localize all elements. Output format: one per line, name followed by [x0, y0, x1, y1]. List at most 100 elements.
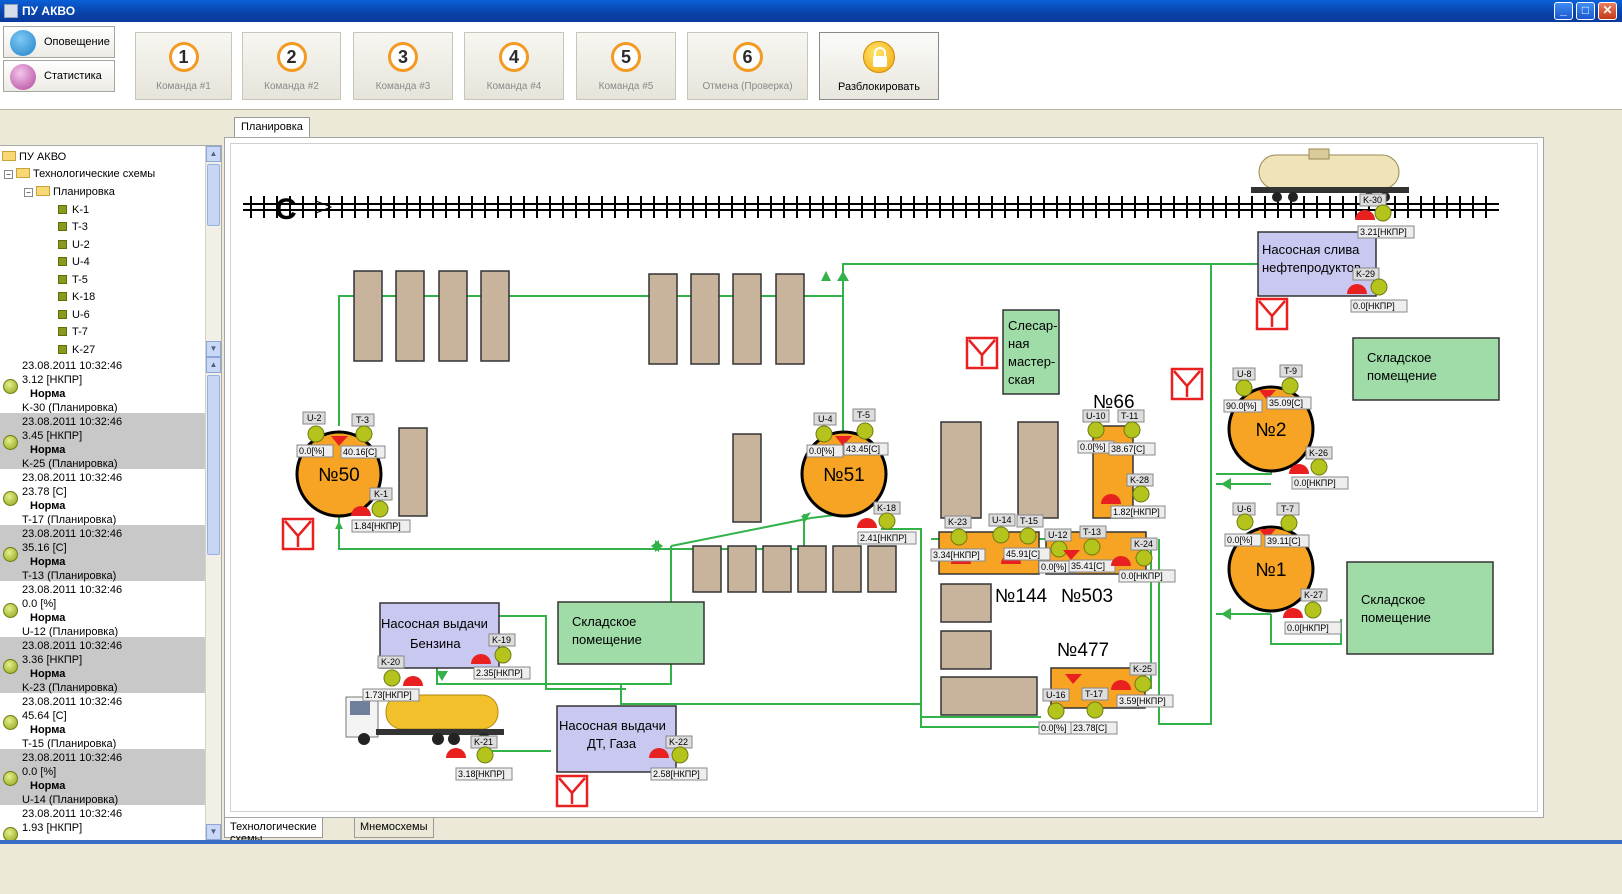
event-row[interactable]: 23.08.2011 10:32:46 3.36 [НКПР] Норма K-… [0, 637, 205, 694]
storage-mid-right-line1: Складское [1361, 592, 1425, 607]
command-2-label: Команда #2 [264, 81, 319, 92]
sensor-tag: K-23 [948, 517, 967, 527]
event-value: 3.45 [НКПР] [22, 430, 83, 442]
alarm-y-icon[interactable] [555, 774, 589, 808]
tree-root[interactable]: ПУ АКВО [2, 151, 66, 167]
status-ok-icon [3, 435, 18, 450]
tree-item[interactable]: K-18 [58, 291, 95, 307]
storage-top-right-line2: помещение [1367, 368, 1437, 383]
event-row[interactable]: 23.08.2011 10:32:46 3.12 [НКПР] Норма K-… [0, 357, 205, 414]
scroll-up-icon[interactable]: ▲ [206, 357, 221, 373]
sensor-tag: T-3 [356, 415, 369, 425]
sensor-tag: K-1 [374, 489, 388, 499]
event-row[interactable]: 23.08.2011 10:32:46 0.0 [%] Норма U-12 (… [0, 581, 205, 638]
collapse-icon[interactable]: − [4, 170, 13, 179]
tree-item[interactable]: U-6 [58, 309, 90, 325]
statistics-tab-label: Статистика [44, 70, 102, 82]
alarm-y-icon[interactable] [1255, 297, 1289, 331]
event-status: Норма [30, 500, 66, 512]
command-3-button[interactable]: 3 Команда #3 [353, 32, 453, 100]
notification-tab[interactable]: Оповещение [3, 26, 115, 58]
status-ok-icon [3, 379, 18, 394]
command-1-button[interactable]: 1 Команда #1 [135, 32, 232, 100]
sensor-reading: 35.09[C] [1269, 398, 1303, 408]
event-row[interactable]: 23.08.2011 10:32:46 1.93 [НКПР] [0, 805, 205, 840]
sensor-reading: 0.0[%] [1227, 535, 1253, 545]
sensor-reading: 39.11[C] [1267, 536, 1300, 546]
tree-scrollbar[interactable]: ▲ ▼ [205, 146, 221, 357]
storage-mid-right[interactable]: Складское помещение [1346, 561, 1494, 655]
sensor-reading: 35.41[C] [1071, 561, 1105, 571]
sensor-tag: K-21 [474, 737, 493, 747]
scroll-up-icon[interactable]: ▲ [206, 146, 221, 162]
sensor-reading: 0.0[%] [1041, 562, 1067, 572]
sensor-k30[interactable]: K-30 3.21[НКПР] [1355, 193, 1415, 239]
command-2-button[interactable]: 2 Команда #2 [242, 32, 341, 100]
sensor-reading: 0.0[НКПР] [1287, 623, 1329, 633]
sensor-u6[interactable]: U-6 0.0[%] [1224, 502, 1262, 547]
event-row[interactable]: 23.08.2011 10:32:46 45.64 [C] Норма T-15… [0, 693, 205, 750]
tree-folder-schemes[interactable]: − Технологические схемы [4, 168, 155, 184]
tab-mnemonic-schemes[interactable]: Мнемосхемы [354, 818, 434, 838]
storage-top-right[interactable]: Складское помещение [1352, 337, 1500, 401]
scroll-thumb[interactable] [207, 375, 220, 555]
tab-technological-schemes[interactable]: Технологические схемы [224, 818, 323, 845]
storage-center[interactable]: Складское помещение [557, 601, 705, 665]
event-status: Норма [30, 724, 66, 736]
workshop-building[interactable]: Слесар- ная мастер- ская [1002, 309, 1060, 395]
collapse-icon[interactable]: − [24, 188, 33, 197]
tree-item-label: U-4 [72, 256, 90, 268]
tree-item[interactable]: U-2 [58, 239, 90, 255]
tab-layout[interactable]: Планировка [234, 117, 310, 137]
event-status: Норма [30, 668, 66, 680]
sensor-t7[interactable]: T-7 39.11[C] [1259, 502, 1310, 548]
event-value: 0.0 [%] [22, 766, 57, 778]
event-time: 23.08.2011 10:32:46 [22, 360, 123, 372]
event-row[interactable]: 23.08.2011 10:32:46 0.0 [%] Норма U-14 (… [0, 749, 205, 806]
scroll-thumb[interactable] [207, 164, 220, 226]
notepad-icon [10, 64, 36, 90]
workshop-line3: мастер- [1008, 354, 1055, 369]
number-4-icon: 4 [499, 42, 529, 72]
tree-item[interactable]: T-7 [58, 326, 88, 342]
tree-item[interactable]: K-1 [58, 204, 89, 220]
sensor-reading: 40.16[C] [343, 447, 377, 457]
alarm-y-icon[interactable] [281, 517, 315, 551]
sensor-tag: U-6 [1237, 504, 1252, 514]
tree-item[interactable]: T-5 [58, 274, 88, 290]
scroll-down-icon[interactable]: ▼ [206, 824, 221, 840]
tree-folder-layout[interactable]: − Планировка [24, 186, 115, 202]
event-row[interactable]: 23.08.2011 10:32:46 35.16 [C] Норма T-13… [0, 525, 205, 582]
alarm-y-icon[interactable] [1170, 367, 1204, 401]
events-scrollbar[interactable]: ▲ ▼ [205, 357, 221, 840]
sensor-reading: 0.0[НКПР] [1353, 301, 1395, 311]
scroll-down-icon[interactable]: ▼ [206, 341, 221, 357]
workshop-line4: ская [1008, 372, 1035, 387]
status-ok-icon [3, 715, 18, 730]
sensor-reading: 2.58[НКПР] [653, 769, 700, 779]
pump-diesel-building[interactable]: Насосная выдачи ДТ, Газа [556, 705, 677, 773]
alarm-y-icon[interactable] [965, 336, 999, 370]
sensor-tag: U-16 [1046, 690, 1066, 700]
event-row[interactable]: 23.08.2011 10:32:46 3.45 [НКПР] Норма K-… [0, 413, 205, 470]
minimize-button[interactable]: _ [1554, 2, 1573, 20]
close-button[interactable]: ✕ [1598, 2, 1617, 20]
maximize-button[interactable]: □ [1576, 2, 1595, 20]
tree-item-label: K-18 [72, 291, 96, 303]
command-5-button[interactable]: 5 Команда #5 [576, 32, 676, 100]
sensor-tag: U-14 [992, 515, 1012, 525]
tree-item[interactable]: U-4 [58, 256, 90, 272]
tree-item[interactable]: T-3 [58, 221, 88, 237]
cancel-check-button[interactable]: 6 Отмена (Проверка) [687, 32, 808, 100]
sensor-reading: 0.0[%] [1041, 723, 1067, 733]
sensor-reading: 23.78[C] [1073, 723, 1107, 733]
number-3-icon: 3 [388, 42, 418, 72]
event-row[interactable]: 23.08.2011 10:32:46 23.78 [C] Норма T-17… [0, 469, 205, 526]
unlock-button[interactable]: Разблокировать [819, 32, 939, 100]
sensor-k29[interactable]: K-29 0.0[НКПР] [1347, 267, 1408, 313]
command-4-button[interactable]: 4 Команда #4 [464, 32, 564, 100]
statistics-tab[interactable]: Статистика [3, 60, 115, 92]
sensor-tag: K-20 [381, 657, 400, 667]
pump-gasoline-line1: Насосная выдачи [381, 616, 488, 631]
event-time: 23.08.2011 10:32:46 [22, 584, 123, 596]
